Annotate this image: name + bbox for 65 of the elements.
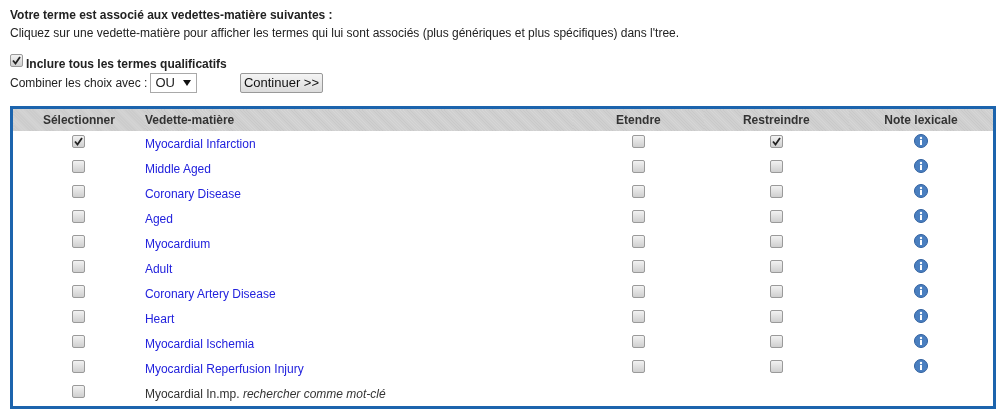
subject-link[interactable]: Middle Aged (144, 161, 211, 176)
select-checkbox[interactable] (72, 334, 86, 348)
select-checkbox[interactable] (72, 309, 86, 323)
restrict-checkbox[interactable] (769, 134, 783, 148)
info-icon[interactable] (914, 283, 928, 298)
extend-checkbox[interactable] (631, 209, 645, 223)
info-icon[interactable] (914, 308, 928, 323)
subject-link[interactable]: Myocardium (144, 236, 211, 251)
column-header: Note lexicale (849, 107, 995, 131)
restrict-checkbox[interactable] (769, 359, 783, 373)
caret-icon (182, 79, 191, 86)
keyword-text: Myocardial In.mp. rechercher comme mot-clé (144, 386, 386, 401)
select-checkbox[interactable] (72, 234, 86, 248)
subject-link[interactable]: Adult (144, 261, 173, 276)
heading: Votre terme est associé aux vedettes-matière suivantes : (10, 7, 334, 24)
restrict-checkbox[interactable] (769, 334, 783, 348)
column-header: Restreindre (703, 107, 850, 131)
info-icon[interactable] (914, 158, 928, 173)
select-checkbox[interactable] (72, 209, 86, 223)
info-icon[interactable] (914, 183, 928, 198)
subject-link[interactable]: Myocardial Reperfusion Injury (144, 361, 304, 376)
extend-checkbox[interactable] (631, 259, 645, 273)
restrict-checkbox[interactable] (769, 284, 783, 298)
info-icon[interactable] (914, 333, 928, 348)
info-icon[interactable] (914, 133, 928, 148)
column-header: Vedette-matière (144, 107, 574, 131)
extend-checkbox[interactable] (631, 359, 645, 373)
select-checkbox[interactable] (72, 259, 86, 273)
extend-checkbox[interactable] (631, 134, 645, 148)
extend-checkbox[interactable] (631, 234, 645, 248)
subject-link[interactable]: Aged (144, 211, 173, 226)
extend-checkbox[interactable] (631, 334, 645, 348)
select-checkbox[interactable] (72, 184, 86, 198)
combine-select[interactable]: OU (150, 72, 197, 93)
restrict-checkbox[interactable] (769, 259, 783, 273)
instructions: Cliquez sur une vedette-matière pour afficher les termes qui lui sont associés (plus génériques et plus spécifiques) dans l'tree. (10, 25, 681, 42)
column-header: Sélectionner (11, 107, 145, 131)
select-checkbox[interactable] (72, 159, 86, 173)
select-checkbox[interactable] (72, 359, 86, 373)
subject-link[interactable]: Heart (144, 311, 175, 326)
info-icon[interactable] (914, 358, 928, 373)
info-icon[interactable] (914, 258, 928, 273)
extend-checkbox[interactable] (631, 184, 645, 198)
select-checkbox[interactable] (72, 134, 86, 148)
combine-label: Combiner les choix avec : (10, 75, 148, 90)
column-header: Etendre (573, 107, 704, 131)
select-checkbox[interactable] (72, 384, 86, 398)
extend-checkbox[interactable] (631, 284, 645, 298)
restrict-checkbox[interactable] (769, 309, 783, 323)
extend-checkbox[interactable] (631, 309, 645, 323)
subject-link[interactable]: Myocardial Infarction (144, 136, 256, 151)
continue-button[interactable]: Continuer >> (239, 72, 324, 93)
info-icon[interactable] (914, 233, 928, 248)
restrict-checkbox[interactable] (769, 159, 783, 173)
subject-link[interactable]: Coronary Artery Disease (144, 286, 276, 301)
select-checkbox[interactable] (72, 284, 86, 298)
restrict-checkbox[interactable] (769, 184, 783, 198)
subject-link[interactable]: Coronary Disease (144, 186, 241, 201)
subject-link[interactable]: Myocardial Ischemia (144, 336, 255, 351)
restrict-checkbox[interactable] (769, 234, 783, 248)
include-checkbox[interactable] (10, 54, 23, 67)
restrict-checkbox[interactable] (769, 209, 783, 223)
info-icon[interactable] (914, 208, 928, 223)
extend-checkbox[interactable] (631, 159, 645, 173)
include-label: Inclure tous les termes qualificatifs (26, 56, 227, 71)
